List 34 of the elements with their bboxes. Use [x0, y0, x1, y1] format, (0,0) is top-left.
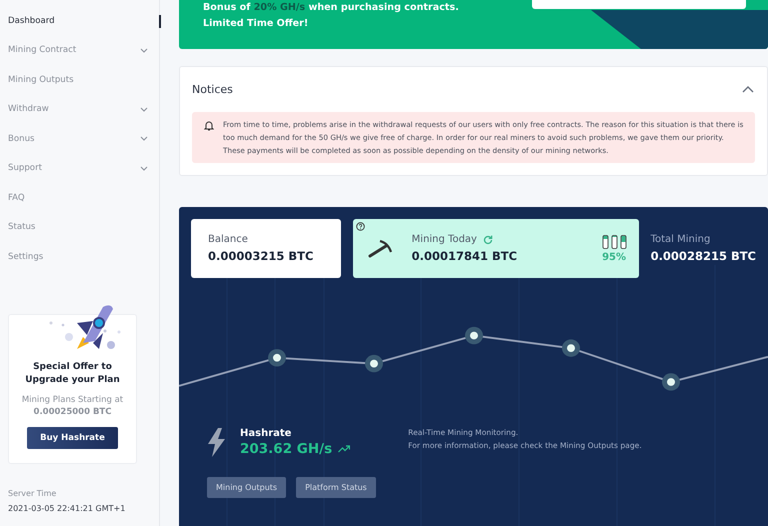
hashrate-label: Hashrate: [240, 428, 292, 439]
lightning-icon: [207, 428, 226, 457]
offer-title: Special Offer to Upgrade your Plan: [24, 360, 121, 386]
panel-button[interactable]: Mining Outputs: [207, 477, 286, 498]
server-time-label: Server Time: [8, 488, 58, 500]
sidebar-item[interactable]: Mining Contract: [0, 36, 159, 65]
buy-hashrate-button[interactable]: Buy Hashrate: [27, 426, 118, 448]
hashrate-value: 203.62 GH/s: [240, 441, 332, 457]
banner-text: Limited Time Offer!: [203, 17, 310, 31]
total-mining-label: Total Mining: [650, 234, 712, 245]
server-time-value: 2021-03-05 22:41:21 GMT+1: [8, 502, 126, 514]
panel-button[interactable]: Platform Status: [296, 477, 376, 498]
notices-title: Notices: [192, 83, 233, 96]
mining-today-label: Mining Today: [412, 234, 477, 245]
balance-value: 0.00003215 BTC: [208, 249, 314, 263]
mining-percent: 95%: [602, 252, 626, 262]
sidebar-item[interactable]: Support: [0, 154, 159, 183]
sidebar-item[interactable]: Bonus: [0, 124, 159, 154]
bars-icon: [602, 234, 627, 248]
banner-text: Bonus of 20% GH/s when purchasing contracts.: [203, 1, 459, 15]
sidebar-item[interactable]: Status: [0, 212, 159, 242]
sidebar-item[interactable]: FAQ: [0, 183, 159, 212]
sidebar-item[interactable]: Settings: [0, 242, 159, 272]
sidebar-item[interactable]: Mining Outputs: [0, 65, 159, 94]
trend-up-icon: [338, 445, 350, 453]
help-icon[interactable]: [356, 222, 365, 231]
sidebar-item[interactable]: Dashboard: [0, 6, 159, 36]
balance-label: Balance: [208, 234, 249, 245]
sidebar-item[interactable]: Withdraw: [0, 94, 159, 124]
total-mining-value: 0.00028215 BTC: [650, 249, 756, 263]
bell-icon: [204, 120, 214, 131]
mining-today-value: 0.00017841 BTC: [412, 249, 518, 263]
offer-text: Mining Plans Starting at 0.00025000 BTC: [20, 394, 124, 418]
pickaxe-icon: [368, 240, 394, 258]
